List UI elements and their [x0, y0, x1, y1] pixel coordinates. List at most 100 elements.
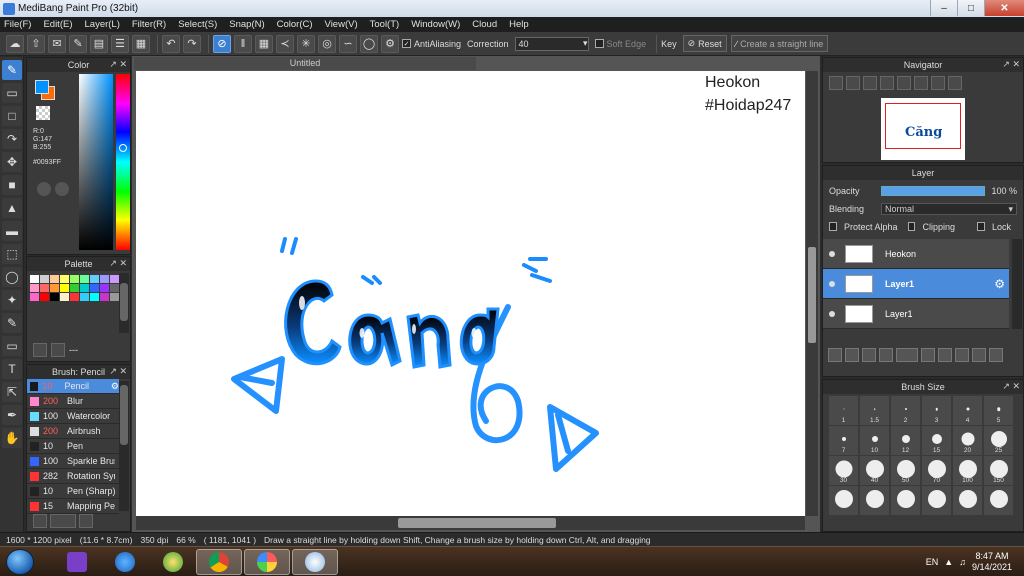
brush-item[interactable]: 10 Pen — [27, 439, 119, 454]
soft-edge-checkbox[interactable] — [594, 39, 604, 48]
folder-icon[interactable] — [921, 348, 935, 362]
list-icon[interactable]: ☰ — [111, 34, 129, 53]
menu-help[interactable]: Help — [509, 19, 529, 30]
blending-select[interactable]: Normal ▾ — [881, 202, 1017, 215]
palette-swatch[interactable] — [110, 284, 119, 292]
brush-size-cell[interactable]: 70 — [922, 456, 951, 485]
brush-size-cell[interactable]: 150 — [984, 456, 1013, 485]
lasso-tool-icon[interactable]: ◯ — [2, 267, 22, 287]
palette-swatch[interactable] — [30, 293, 39, 301]
panel-controls-icon[interactable]: ↗ ✕ — [109, 366, 127, 377]
transparent-swatch[interactable] — [36, 106, 50, 120]
add-palette-icon[interactable] — [33, 343, 47, 357]
brush-size-cell[interactable] — [953, 486, 982, 515]
brush-size-cell[interactable]: 4 — [953, 396, 982, 425]
palette-swatch[interactable] — [90, 293, 99, 301]
canvas-vertical-scrollbar[interactable] — [806, 71, 818, 516]
menu-cloud[interactable]: Cloud — [472, 19, 497, 30]
reset-button[interactable]: ⊘ Reset — [682, 35, 727, 52]
brush-item[interactable]: 200 Airbrush — [27, 424, 119, 439]
parallel-snap-icon[interactable]: ‖ — [234, 34, 252, 53]
layer-item[interactable]: Layer1 ⚙ — [823, 269, 1009, 299]
gear-icon[interactable]: ⚙ — [994, 277, 1005, 291]
brush-size-cell[interactable]: 1.5 — [860, 396, 889, 425]
operation-tool-icon[interactable]: ⇱ — [2, 382, 22, 402]
visibility-icon[interactable] — [829, 310, 835, 317]
palette-swatch[interactable] — [110, 293, 119, 301]
palette-scrollbar[interactable] — [119, 273, 129, 333]
new-halftone-layer-icon[interactable] — [845, 348, 859, 362]
add-layer-menu-icon[interactable] — [896, 348, 918, 362]
select-rect-icon[interactable]: ⬚ — [2, 244, 22, 264]
brush-size-cell[interactable]: 50 — [891, 456, 920, 485]
delete-brush-icon[interactable] — [79, 514, 93, 528]
palette-swatch[interactable] — [30, 275, 39, 283]
layer-item[interactable]: Heokon — [823, 239, 1009, 269]
opacity-slider[interactable] — [881, 185, 986, 196]
palette-swatch[interactable] — [30, 284, 39, 292]
duplicate-layer-icon[interactable] — [938, 348, 952, 362]
palette-swatch[interactable] — [70, 293, 79, 301]
delete-layer-icon[interactable] — [989, 348, 1003, 362]
brush-item[interactable]: 15 Mapping Pen — [27, 499, 119, 514]
palette-swatch[interactable] — [90, 275, 99, 283]
move-tool-icon[interactable]: ✥ — [2, 152, 22, 172]
brush-item[interactable]: 282 Rotation Sym — [27, 469, 119, 484]
palette-swatch[interactable] — [100, 284, 109, 292]
menu-color[interactable]: Color(C) — [277, 19, 313, 30]
new-layer-icon[interactable] — [828, 348, 842, 362]
select-eraser-icon[interactable]: ▭ — [2, 336, 22, 356]
saturation-value-picker[interactable] — [79, 74, 113, 250]
vanishing-snap-icon[interactable]: ≺ — [276, 34, 294, 53]
eyedropper-icon[interactable]: ✒ — [2, 405, 22, 425]
fill-rect-icon[interactable]: ■ — [2, 175, 22, 195]
brush-scroll-thumb[interactable] — [120, 385, 128, 445]
taskbar-internet-explorer[interactable] — [102, 549, 148, 575]
select-pen-icon[interactable]: ✎ — [2, 313, 22, 333]
palette-swatch[interactable] — [50, 284, 59, 292]
taskbar-paint[interactable] — [292, 549, 338, 575]
brush-size-cell[interactable]: 40 — [860, 456, 889, 485]
panel-controls-icon[interactable]: ↗ ✕ — [109, 59, 127, 70]
panel-controls-icon[interactable]: ↗ ✕ — [1002, 381, 1020, 392]
snap-settings-icon[interactable]: ⚙ — [381, 34, 399, 53]
layer-item[interactable]: Layer1 — [823, 299, 1009, 329]
taskbar-visual-studio[interactable] — [54, 549, 100, 575]
rotate-left-icon[interactable] — [897, 76, 911, 90]
palette-swatch[interactable] — [60, 293, 69, 301]
palette-swatch[interactable] — [70, 275, 79, 283]
brush-item[interactable]: 10 Pen (Sharp) — [27, 484, 119, 499]
clipping-checkbox[interactable] — [907, 222, 916, 231]
palette-swatch[interactable] — [40, 284, 49, 292]
palette-swatch[interactable] — [80, 293, 89, 301]
palette-swatch[interactable] — [100, 275, 109, 283]
gradient-tool-icon[interactable]: ▬ — [2, 221, 22, 241]
drawing-canvas[interactable]: Heokon #Hoidap247 — [136, 71, 805, 516]
palette-swatch[interactable] — [60, 275, 69, 283]
menu-layer[interactable]: Layer(L) — [85, 19, 120, 30]
canvas-horizontal-scrollbar[interactable] — [136, 516, 805, 530]
maximize-button[interactable]: □ — [957, 0, 984, 16]
brush-menu-icon[interactable] — [50, 514, 76, 528]
canvas-vertical-thumb[interactable] — [808, 247, 816, 343]
panel-controls-icon[interactable]: ↗ ✕ — [1002, 59, 1020, 70]
brush-size-cell[interactable]: 10 — [860, 426, 889, 455]
brush-size-cell[interactable]: 20 — [953, 426, 982, 455]
merge-down-icon[interactable] — [955, 348, 969, 362]
palette-scroll-thumb[interactable] — [120, 283, 128, 321]
brush-scrollbar[interactable] — [119, 381, 129, 511]
color-mix-icon[interactable] — [55, 182, 69, 196]
reset-rotation-icon[interactable] — [931, 76, 945, 90]
taskbar-coccoc[interactable] — [150, 549, 196, 575]
panel-controls-icon[interactable]: ↗ ✕ — [109, 258, 127, 269]
brush-item[interactable]: 100 Sparkle Brush — [27, 454, 119, 469]
magic-wand-icon[interactable]: ✦ — [2, 290, 22, 310]
actual-size-icon[interactable] — [880, 76, 894, 90]
curve-snap-icon[interactable]: ∽ — [339, 34, 357, 53]
protect-alpha-checkbox[interactable] — [829, 222, 837, 231]
document-tab[interactable]: Untitled — [134, 57, 476, 70]
add-brush-icon[interactable] — [33, 514, 47, 528]
undo-icon[interactable]: ↶ — [162, 34, 180, 53]
taskbar-medibang[interactable] — [244, 549, 290, 575]
brush-size-cell[interactable]: 25 — [984, 426, 1013, 455]
